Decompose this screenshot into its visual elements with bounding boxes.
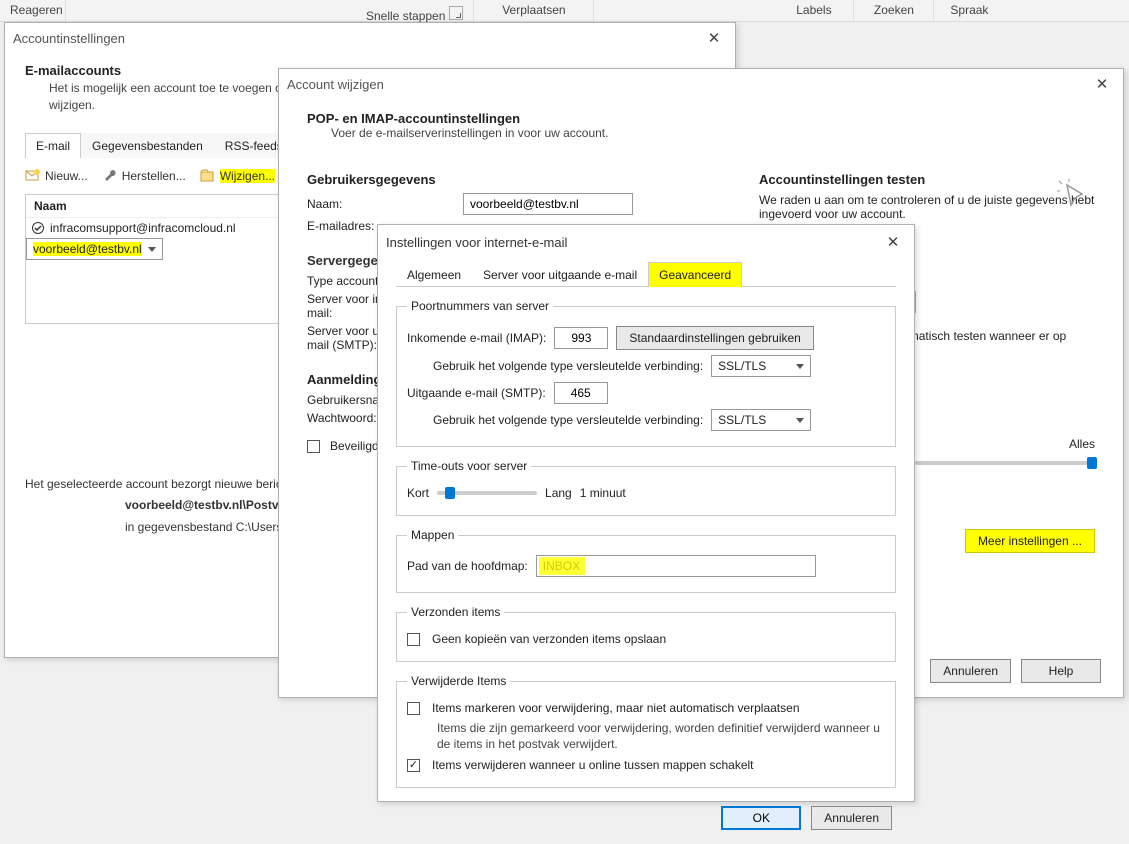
encryption-in-select[interactable]: SSL/TLS: [711, 355, 811, 377]
ribbon-group-verplaatsen: Verplaatsen: [474, 0, 594, 21]
bottom-buttons: Annuleren Help: [930, 659, 1101, 683]
ribbon-group-reageren: Reageren: [0, 0, 66, 21]
fieldset-deleted: Verwijderde Items Items markeren voor ve…: [396, 674, 896, 788]
tab-outgoing[interactable]: Server voor uitgaande e-mail: [472, 262, 648, 287]
tabstrip: Algemeen Server voor uitgaande e-mail Ge…: [396, 261, 896, 287]
account-row-2[interactable]: voorbeeld@testbv.nl: [26, 238, 163, 260]
more-settings-button[interactable]: Meer instellingen ...: [965, 529, 1095, 553]
section-user: Gebruikersgegevens: [307, 172, 737, 187]
label-long: Lang: [545, 486, 572, 500]
toolbar-repair-label: Herstellen...: [122, 169, 186, 183]
tab-general[interactable]: Algemeen: [396, 262, 472, 287]
label-smtp-port: Uitgaande e-mail (SMTP):: [407, 386, 546, 400]
encryption-out-select[interactable]: SSL/TLS: [711, 409, 811, 431]
select-value: SSL/TLS: [718, 413, 766, 427]
imap-port-field[interactable]: [554, 327, 608, 349]
dialog-launcher-icon[interactable]: [449, 6, 463, 20]
check-icon: [32, 222, 44, 234]
close-icon[interactable]: ✕: [880, 231, 906, 253]
dialog-buttons: OK Annuleren: [396, 794, 896, 834]
close-icon[interactable]: ✕: [1089, 73, 1115, 95]
legend-sent: Verzonden items: [407, 605, 504, 619]
legend-folders: Mappen: [407, 528, 458, 542]
offline-value: Alles: [1069, 437, 1095, 451]
tab-data-files[interactable]: Gegevensbestanden: [81, 133, 214, 158]
timeout-slider[interactable]: [437, 491, 537, 495]
ribbon-group-labels: Labels: [774, 0, 854, 21]
checkbox-mark-delete[interactable]: [407, 702, 420, 715]
label-purge: Items verwijderen wanneer u online tusse…: [432, 758, 754, 772]
heading-pop-imap: POP- en IMAP-accountinstellingen: [307, 111, 1095, 126]
section-test: Accountinstellingen testen: [759, 172, 1095, 187]
fieldset-timeouts: Time-outs voor server Kort Lang 1 minuut: [396, 459, 896, 516]
label-no-copy: Geen kopieën van verzonden items opslaan: [432, 632, 666, 646]
label-short: Kort: [407, 486, 429, 500]
titlebar: Instellingen voor internet-e-mail ✕: [378, 225, 914, 259]
offline-slider[interactable]: [915, 461, 1095, 465]
checkbox-purge[interactable]: [407, 759, 420, 772]
timeout-value: 1 minuut: [580, 486, 626, 500]
ribbon-group-snelle: Snelle stappen: [356, 0, 474, 21]
label-name: Naam:: [307, 197, 457, 211]
label-encryption-out: Gebruik het volgende type versleutelde v…: [433, 413, 703, 427]
name-field[interactable]: [463, 193, 633, 215]
close-icon[interactable]: ✕: [701, 27, 727, 49]
label-encryption-in: Gebruik het volgende type versleutelde v…: [433, 359, 703, 373]
checkbox-no-copy[interactable]: [407, 633, 420, 646]
label-imap-port: Inkomende e-mail (IMAP):: [407, 331, 546, 345]
checkbox-spa[interactable]: [307, 440, 320, 453]
ribbon: Reageren Snelle stappen Verplaatsen Labe…: [0, 0, 1129, 22]
pop-imap-desc: Voer de e-mailserverinstellingen in voor…: [331, 126, 1095, 140]
ribbon-group-spraak: Spraak: [934, 0, 1004, 21]
window-internet-email-settings: Instellingen voor internet-e-mail ✕ Alge…: [377, 224, 915, 802]
window-title: Instellingen voor internet-e-mail: [386, 235, 567, 250]
mail-new-icon: [25, 168, 41, 184]
toolbar-repair[interactable]: Herstellen...: [102, 168, 186, 184]
legend-timeouts: Time-outs voor server: [407, 459, 531, 473]
fieldset-ports: Poortnummers van server Inkomende e-mail…: [396, 299, 896, 447]
root-path-field[interactable]: [536, 555, 816, 577]
label-mark-delete: Items markeren voor verwijdering, maar n…: [432, 701, 800, 715]
folder-edit-icon: [200, 168, 216, 184]
smtp-port-field[interactable]: [554, 382, 608, 404]
help-button[interactable]: Help: [1021, 659, 1101, 683]
fieldset-folders: Mappen Pad van de hoofdmap:: [396, 528, 896, 593]
toolbar-new-label: Nieuw...: [45, 169, 88, 183]
select-value: SSL/TLS: [718, 359, 766, 373]
cursor-click-icon: [1057, 179, 1093, 215]
tab-email[interactable]: E-mail: [25, 133, 81, 158]
toolbar-change-label: Wijzigen...: [220, 169, 275, 183]
window-title: Accountinstellingen: [13, 31, 125, 46]
legend-ports: Poortnummers van server: [407, 299, 553, 313]
window-title: Account wijzigen: [287, 77, 384, 92]
fieldset-sent: Verzonden items Geen kopieën van verzond…: [396, 605, 896, 662]
account-name: infracomsupport@infracomcloud.nl: [50, 221, 236, 235]
wrench-icon: [102, 168, 118, 184]
test-desc: We raden u aan om te controleren of u de…: [759, 193, 1095, 221]
legend-deleted: Verwijderde Items: [407, 674, 510, 688]
titlebar: Account wijzigen ✕: [279, 69, 1123, 99]
toolbar-change[interactable]: Wijzigen...: [200, 168, 275, 184]
toolbar-new[interactable]: Nieuw...: [25, 168, 88, 184]
label-root-path: Pad van de hoofdmap:: [407, 559, 528, 573]
defaults-button[interactable]: Standaardinstellingen gebruiken: [616, 326, 813, 350]
titlebar: Accountinstellingen ✕: [5, 23, 735, 53]
account-name: voorbeeld@testbv.nl: [33, 242, 142, 256]
note-mark-delete: Items die zijn gemarkeerd voor verwijder…: [437, 720, 885, 752]
ribbon-group-zoeken: Zoeken: [854, 0, 934, 21]
cancel-button[interactable]: Annuleren: [811, 806, 892, 830]
ok-button[interactable]: OK: [721, 806, 801, 830]
ribbon-label: Snelle stappen: [366, 9, 445, 23]
cancel-button[interactable]: Annuleren: [930, 659, 1011, 683]
tab-advanced[interactable]: Geavanceerd: [648, 262, 742, 287]
